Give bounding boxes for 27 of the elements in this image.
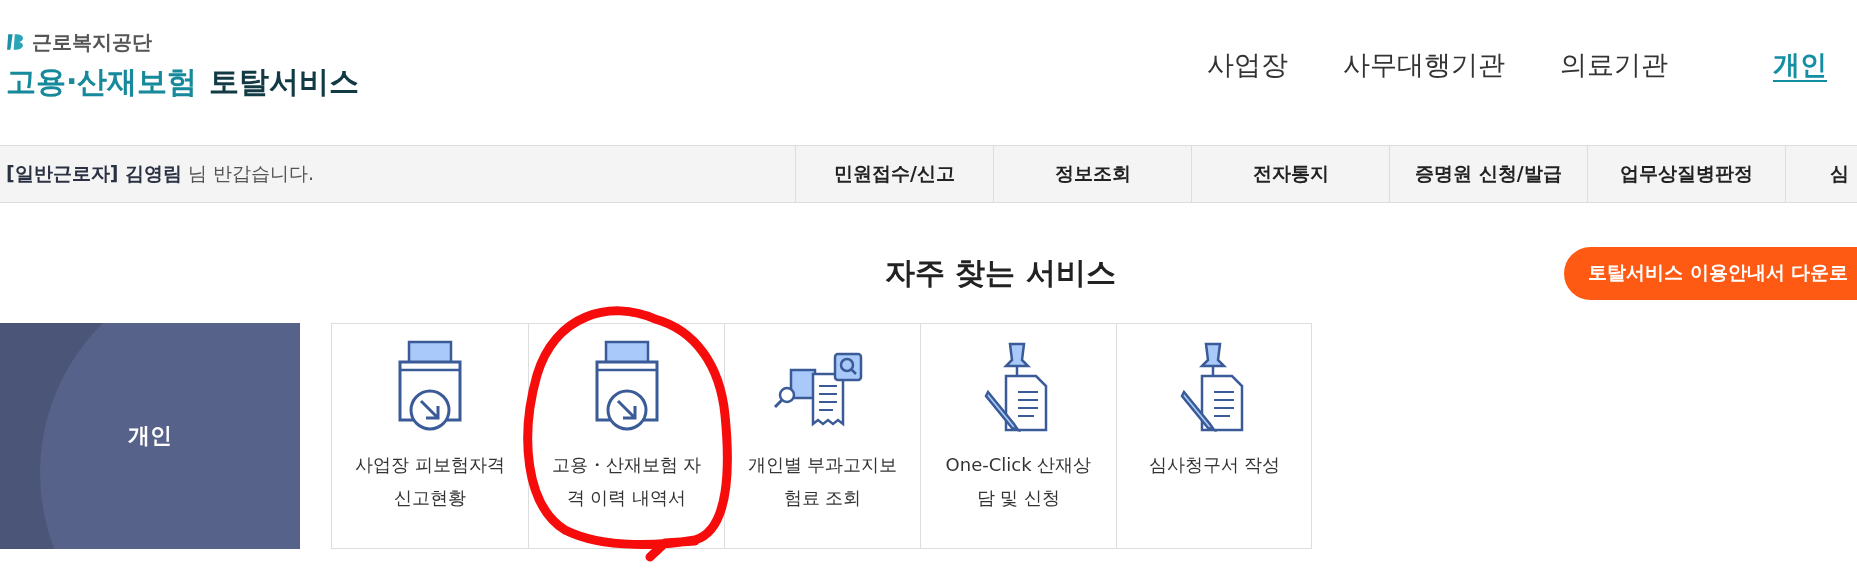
service-tile[interactable]: 심사청구서 작성 [1116,324,1312,548]
nav-link[interactable]: 사무대행기관 [1343,46,1505,83]
organization-name: 근로복지공단 [32,28,152,56]
service-label: 사업장 피보험자격 신고현황 [354,453,506,510]
nav-link[interactable]: 개인 [1773,46,1827,83]
service-label: 개인별 부과고지보험료 조회 [746,453,899,510]
section-title: 자주 찾는 서비스 [885,253,1116,292]
menu-tab[interactable]: 민원접수/신고 [795,146,993,202]
service-tile[interactable]: One-Click 산재상담 및 신청 [920,324,1116,548]
service-label: One-Click 산재상담 및 신청 [944,453,1093,510]
service-label: 고용・산재보험 자격 이력 내역서 [550,453,703,510]
menu-tab[interactable]: 심 [1785,146,1857,202]
menu-tab[interactable]: 정보조회 [993,146,1191,202]
service-tile[interactable]: 고용・산재보험 자격 이력 내역서 [528,324,724,548]
menu-tab[interactable]: 전자통지 [1191,146,1389,202]
service-tile[interactable]: 사업장 피보험자격 신고현황 [332,324,528,548]
menu-tab[interactable]: 업무상질병판정 [1587,146,1785,202]
logo-title: 고용·산재보험 [6,62,198,101]
logo-subtitle: 토탈서비스 [209,62,360,101]
service-tile[interactable]: 개인별 부과고지보험료 조회 [724,324,920,548]
side-panel-label: 개인 [128,422,172,450]
menu-tab[interactable]: 증명원 신청/발급 [1389,146,1587,202]
nav-link[interactable]: 의료기관 [1560,46,1668,83]
side-panel[interactable]: 개인 [0,323,300,549]
greeting-text: [일반근로자] 김영림 님 반갑습니다. [5,161,316,186]
nav-link[interactable]: 사업장 [1207,46,1288,83]
service-label: 심사청구서 작성 [1147,453,1282,477]
